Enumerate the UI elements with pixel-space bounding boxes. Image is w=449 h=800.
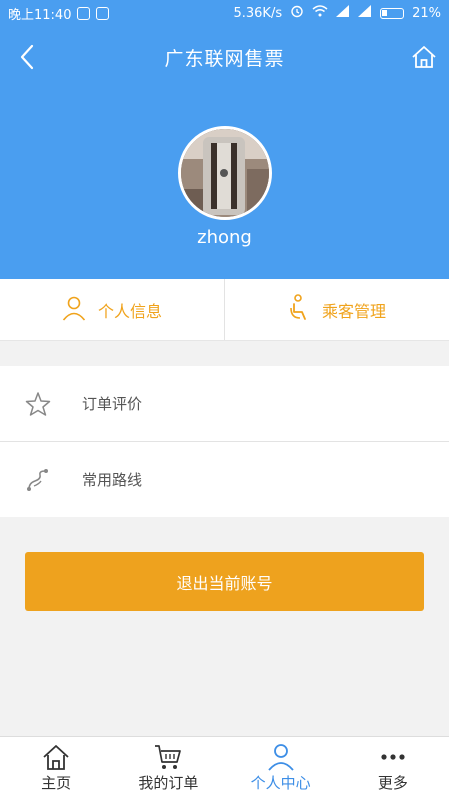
chevron-left-icon — [20, 44, 34, 70]
app-notification-icon — [96, 6, 110, 20]
status-bar: 晚上11:40 5.36K/s 21% — [0, 0, 449, 26]
personal-info-label: 个人信息 — [97, 301, 162, 321]
tab-label: 我的订单 — [138, 774, 199, 792]
avatar[interactable] — [178, 126, 272, 220]
menu-item-label: 常用路线 — [82, 471, 143, 489]
personal-info-button[interactable]: 个人信息 — [0, 279, 224, 340]
tab-bar: 主页 我的订单 个人中心 更多 — [0, 736, 449, 800]
tab-more[interactable]: 更多 — [337, 737, 449, 800]
wifi-icon — [312, 5, 328, 21]
signal-icon — [336, 5, 350, 21]
status-right: 5.36K/s 21% — [233, 4, 441, 22]
home-icon — [41, 742, 71, 772]
tab-personal-center[interactable]: 个人中心 — [225, 737, 337, 800]
person-icon — [266, 742, 296, 772]
tab-my-orders[interactable]: 我的订单 — [112, 737, 224, 800]
back-button[interactable] — [12, 42, 42, 72]
signal-icon-2 — [358, 5, 372, 21]
more-icon — [378, 742, 408, 772]
page-title: 广东联网售票 — [164, 47, 285, 70]
battery-icon — [380, 7, 405, 19]
battery-percent: 21% — [412, 5, 441, 21]
wechat-notification-icon — [77, 6, 91, 20]
menu-list: 订单评价 常用路线 — [0, 366, 449, 517]
route-icon — [24, 466, 52, 494]
passenger-icon — [288, 293, 310, 326]
status-left: 晚上11:40 — [8, 4, 110, 23]
network-speed: 5.36K/s — [233, 5, 283, 21]
passenger-management-label: 乘客管理 — [321, 301, 386, 321]
profile-header: 广东联网售票 zhong — [0, 26, 449, 279]
status-time: 晚上11:40 — [8, 7, 72, 23]
tab-label: 个人中心 — [250, 774, 311, 792]
nav-bar: 广东联网售票 — [0, 26, 449, 88]
star-icon — [24, 390, 52, 418]
tab-label: 更多 — [377, 774, 408, 792]
menu-item-frequent-routes[interactable]: 常用路线 — [0, 442, 449, 517]
tab-label: 主页 — [41, 774, 72, 792]
menu-item-order-review[interactable]: 订单评价 — [0, 366, 449, 441]
username: zhong — [197, 227, 252, 248]
user-icon — [62, 295, 86, 325]
tab-home[interactable]: 主页 — [0, 737, 112, 800]
passenger-management-button[interactable]: 乘客管理 — [225, 279, 449, 340]
home-button[interactable] — [409, 42, 439, 72]
alarm-icon — [290, 4, 304, 22]
quick-actions: 个人信息 乘客管理 — [0, 279, 449, 341]
menu-item-label: 订单评价 — [82, 395, 143, 413]
home-icon — [412, 46, 436, 68]
cart-icon — [153, 742, 183, 772]
logout-button[interactable]: 退出当前账号 — [25, 552, 424, 611]
